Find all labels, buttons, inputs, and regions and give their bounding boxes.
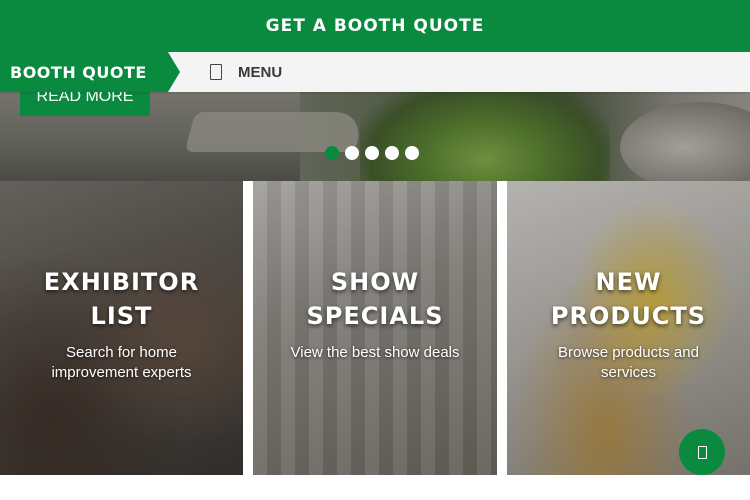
- slider-dot-1[interactable]: [325, 146, 339, 160]
- slider-dot-2[interactable]: [345, 146, 359, 160]
- tile-title-line1: NEW: [595, 268, 662, 296]
- tile-title-line2: PRODUCTS: [550, 302, 707, 330]
- tile-description: Search for home improvement experts: [51, 344, 192, 381]
- chat-icon: [697, 445, 707, 459]
- tile-exhibitor-list[interactable]: EXHIBITOR LIST Search for home improveme…: [0, 181, 243, 475]
- brand-logo[interactable]: BOOTH QUOTE: [0, 52, 180, 92]
- tile-show-specials[interactable]: SHOW SPECIALS View the best show deals: [253, 181, 497, 475]
- tile-description: Browse products and services: [558, 344, 699, 381]
- hero-image-pillow: [620, 102, 750, 181]
- tile-description: View the best show deals: [290, 344, 460, 361]
- slider-dot-4[interactable]: [385, 146, 399, 160]
- tile-title: EXHIBITOR LIST: [22, 265, 222, 333]
- tile-title-line1: SHOW: [330, 268, 420, 296]
- hero-image-plant: [360, 92, 610, 181]
- menu-button[interactable]: MENU: [210, 64, 282, 81]
- tile-title-line2: LIST: [90, 302, 153, 330]
- get-quote-link[interactable]: GET A BOOTH QUOTE: [266, 16, 485, 36]
- slider-dot-5[interactable]: [405, 146, 419, 160]
- tile-new-products[interactable]: NEW PRODUCTS Browse products and service…: [507, 181, 750, 475]
- navbar: BOOTH QUOTE MENU: [0, 52, 750, 92]
- tile-divider: [497, 181, 507, 475]
- tile-title-line2: SPECIALS: [306, 302, 444, 330]
- tile-title: NEW PRODUCTS: [529, 265, 729, 333]
- hamburger-icon: [210, 64, 222, 80]
- top-cta-bar: GET A BOOTH QUOTE: [0, 0, 750, 52]
- slider-dots: [325, 146, 419, 160]
- chat-button[interactable]: [679, 429, 725, 475]
- tile-divider: [243, 181, 253, 475]
- feature-tiles: EXHIBITOR LIST Search for home improveme…: [0, 181, 750, 475]
- tile-title-line1: EXHIBITOR: [43, 268, 200, 296]
- menu-label: MENU: [238, 63, 283, 81]
- brand-name: BOOTH QUOTE: [10, 62, 147, 82]
- slider-dot-3[interactable]: [365, 146, 379, 160]
- tile-title: SHOW SPECIALS: [275, 265, 475, 333]
